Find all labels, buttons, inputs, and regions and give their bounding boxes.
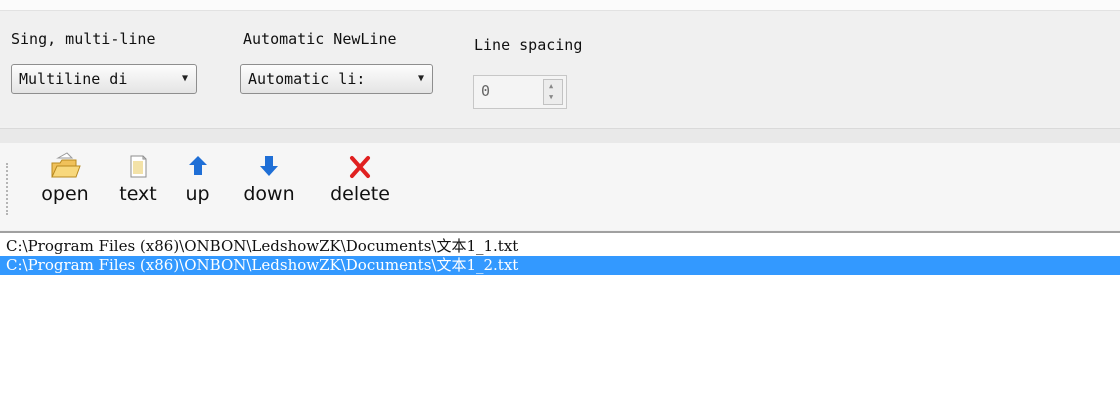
- spinner-up-icon[interactable]: ▲: [549, 82, 553, 90]
- text-button[interactable]: text: [113, 149, 163, 205]
- toolbar: open text up down delete: [0, 143, 1120, 230]
- open-button[interactable]: open: [30, 149, 100, 205]
- chevron-down-icon: ▼: [181, 73, 188, 84]
- line-mode-dropdown[interactable]: Multiline di ▼: [11, 64, 197, 94]
- line-spacing-value: 0: [481, 82, 491, 100]
- folder-open-icon: [30, 149, 100, 183]
- list-item[interactable]: C:\Program Files (x86)\ONBON\LedshowZK\D…: [6, 237, 1120, 256]
- arrow-down-icon: [233, 149, 305, 183]
- open-label: open: [41, 183, 89, 205]
- newline-value: Automatic li:: [248, 70, 366, 88]
- chevron-down-icon: ▼: [417, 73, 424, 84]
- delete-label: delete: [330, 183, 390, 205]
- list-item-selected[interactable]: C:\Program Files (x86)\ONBON\LedshowZK\D…: [0, 256, 1120, 275]
- up-button[interactable]: up: [175, 149, 220, 205]
- options-panel: Sing, multi-line Multiline di ▼ Automati…: [0, 11, 1120, 126]
- newline-dropdown[interactable]: Automatic li: ▼: [240, 64, 433, 94]
- toolbar-grip[interactable]: [6, 163, 10, 215]
- file-list[interactable]: C:\Program Files (x86)\ONBON\LedshowZK\D…: [0, 231, 1120, 417]
- spacing-label: Line spacing: [474, 36, 583, 54]
- panel-divider: [0, 128, 1120, 144]
- line-mode-label: Sing, multi-line: [11, 30, 156, 48]
- line-mode-value: Multiline di: [19, 70, 128, 88]
- red-x-icon: [320, 149, 400, 183]
- down-button[interactable]: down: [233, 149, 305, 205]
- line-spacing-spinner[interactable]: 0 ▲ ▼: [473, 75, 567, 109]
- up-label: up: [185, 183, 210, 205]
- text-label: text: [119, 183, 157, 205]
- document-icon: [113, 149, 163, 183]
- top-strip: [0, 0, 1120, 11]
- arrow-up-icon: [175, 149, 220, 183]
- spinner-down-icon[interactable]: ▼: [549, 93, 553, 101]
- down-label: down: [243, 183, 295, 205]
- delete-button[interactable]: delete: [320, 149, 400, 205]
- spinner-buttons[interactable]: ▲ ▼: [543, 79, 563, 105]
- newline-label: Automatic NewLine: [243, 30, 397, 48]
